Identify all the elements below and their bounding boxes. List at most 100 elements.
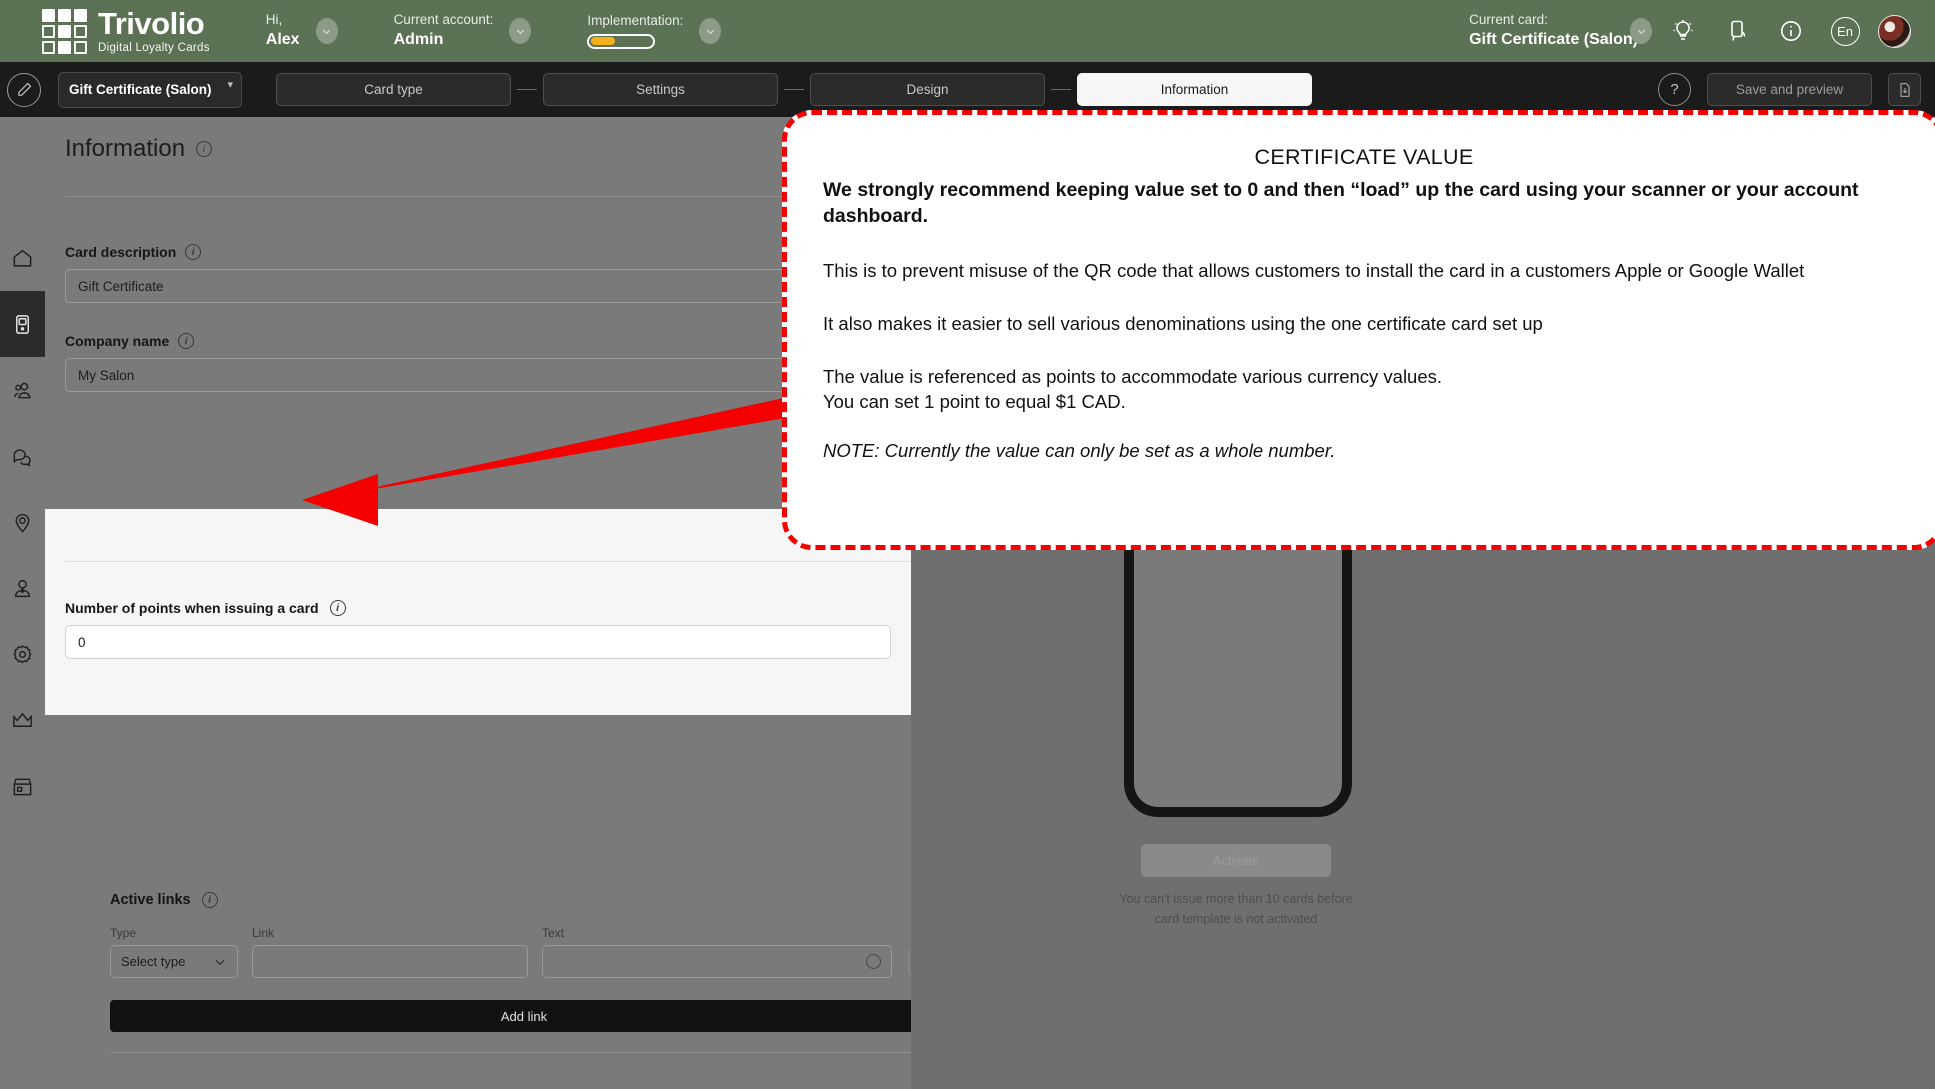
callout-paragraph-2: It also makes it easier to sell various … — [823, 312, 1543, 334]
tab-settings[interactable]: Settings — [543, 73, 778, 106]
info-icon[interactable]: i — [201, 892, 218, 908]
info-icon[interactable]: i — [185, 244, 202, 260]
avatar[interactable] — [1878, 14, 1911, 48]
mobile-hand-icon — [1731, 20, 1746, 41]
card-template-select[interactable]: Gift Certificate (Salon) ▾ — [58, 71, 242, 108]
column-header-type: Type — [110, 926, 137, 940]
edit-button[interactable] — [7, 72, 41, 107]
card-description-group: Card description i Gift Certificate — [65, 244, 891, 303]
account-dropdown-button[interactable] — [509, 18, 532, 44]
implementation-dropdown-button[interactable] — [699, 18, 722, 44]
tab-card-type[interactable]: Card type — [276, 73, 511, 106]
divider — [65, 561, 911, 562]
chevron-down-icon — [215, 959, 225, 965]
points-label-text: Number of points when issuing a card — [65, 600, 319, 616]
current-card-field: Current card: Gift Certificate (Salon) — [1469, 12, 1652, 51]
info-icon[interactable]: i — [196, 141, 213, 157]
annotation-arrow — [302, 390, 820, 526]
step-list: Card type Settings Design Information — [276, 73, 1312, 106]
account-value: Admin — [393, 31, 444, 49]
download-button[interactable] — [1888, 73, 1921, 106]
activate-button[interactable]: Activate — [1141, 844, 1331, 877]
current-card-label: Current card: — [1469, 11, 1548, 27]
greeting-label: Hi, — [265, 11, 283, 27]
smiley-icon[interactable] — [866, 954, 881, 969]
add-link-button[interactable]: Add link — [110, 1000, 911, 1032]
map-pin-icon — [15, 513, 30, 533]
preview-note-line-2: card template is not activated — [1154, 912, 1318, 926]
greeting-field: Hi, Alex — [266, 12, 338, 51]
brand-logo[interactable]: Trivolio Digital Loyalty Cards — [42, 8, 210, 54]
tips-button[interactable] — [1660, 8, 1706, 54]
step-divider — [1051, 89, 1071, 90]
mobile-preview-button[interactable] — [1714, 8, 1760, 54]
link-url-input[interactable] — [252, 945, 528, 978]
card-description-input[interactable]: Gift Certificate — [65, 269, 891, 303]
link-type-select[interactable]: Select type — [110, 945, 238, 978]
sidebar-item-clients[interactable] — [0, 357, 45, 423]
help-button[interactable]: ? — [1658, 73, 1691, 106]
app-root: © Optix Digital Solutions © Optix Digita… — [0, 0, 1935, 1089]
users-icon — [14, 382, 31, 398]
implementation-label: Implementation: — [587, 13, 684, 29]
greeting-value: Alex — [265, 31, 300, 49]
info-icon[interactable]: i — [329, 600, 346, 616]
step-divider — [784, 89, 804, 90]
left-sidebar — [0, 117, 45, 1089]
implementation-field: Implementation: — [587, 13, 722, 49]
step-toolbar: Gift Certificate (Salon) ▾ Card type Set… — [0, 62, 1935, 117]
active-links-title: Active links i — [110, 892, 911, 908]
tab-design[interactable]: Design — [810, 73, 1045, 106]
implementation-progress-bar — [587, 33, 656, 49]
active-links-column-headers: Type Link Text — [110, 926, 911, 940]
greeting-dropdown-button[interactable] — [315, 18, 338, 44]
sidebar-item-cards[interactable] — [0, 291, 45, 357]
card-description-label-text: Card description — [65, 244, 177, 260]
link-type-value: Select type — [121, 954, 186, 969]
toolbar-actions: ? Save and preview — [1658, 73, 1921, 106]
callout-note: NOTE: Currently the value can only be se… — [823, 440, 1336, 462]
preview-note-line-1: You can't issue more than 10 cards befor… — [1119, 892, 1353, 906]
sidebar-item-messages[interactable] — [0, 423, 45, 489]
step-divider — [517, 89, 537, 90]
sidebar-item-partners[interactable] — [0, 687, 45, 753]
points-input[interactable]: 0 — [65, 625, 891, 659]
sidebar-item-store[interactable] — [0, 753, 45, 819]
info-icon[interactable]: i — [178, 333, 195, 349]
implementation-progress-fill — [590, 37, 616, 46]
active-links-row: Select type ✕ — [110, 945, 911, 978]
divider — [65, 196, 891, 197]
info-button[interactable] — [1768, 8, 1814, 54]
callout-strong-text: We strongly recommend keeping value set … — [823, 179, 1859, 228]
preview-note: You can't issue more than 10 cards befor… — [1091, 889, 1381, 929]
chevron-down-icon — [1637, 29, 1645, 34]
company-name-label: Company name i — [65, 333, 891, 349]
lightbulb-icon — [1673, 20, 1693, 40]
language-label: En — [1837, 23, 1853, 39]
crown-icon — [13, 712, 32, 727]
logo-grid-icon — [42, 8, 87, 54]
chevron-down-icon — [322, 29, 331, 34]
top-header-bar: Trivolio Digital Loyalty Cards Hi, Alex … — [0, 0, 1935, 62]
person-icon — [14, 579, 31, 597]
sidebar-item-locations[interactable] — [0, 489, 45, 555]
chevron-down-icon — [516, 29, 524, 34]
company-name-input[interactable]: My Salon — [65, 358, 891, 392]
sidebar-item-settings[interactable] — [0, 621, 45, 687]
tab-information[interactable]: Information — [1077, 73, 1312, 106]
link-text-input[interactable] — [542, 945, 892, 978]
page-title-text: Information — [65, 135, 186, 162]
company-name-group: Company name i My Salon — [65, 333, 891, 392]
annotation-callout: CERTIFICATE VALUE We strongly recommend … — [782, 110, 1935, 550]
save-and-preview-button[interactable]: Save and preview — [1707, 73, 1872, 106]
store-icon — [13, 778, 32, 795]
current-card-value: Gift Certificate (Salon) — [1469, 31, 1638, 49]
chat-bubbles-icon — [13, 448, 31, 467]
current-card-dropdown-button[interactable] — [1630, 18, 1652, 44]
page-title: Information i — [65, 117, 891, 163]
sidebar-item-staff[interactable] — [0, 555, 45, 621]
language-button[interactable]: En — [1822, 8, 1868, 54]
column-header-text: Text — [542, 926, 565, 940]
language-icon: En — [1830, 16, 1860, 46]
sidebar-item-home[interactable] — [0, 225, 45, 291]
